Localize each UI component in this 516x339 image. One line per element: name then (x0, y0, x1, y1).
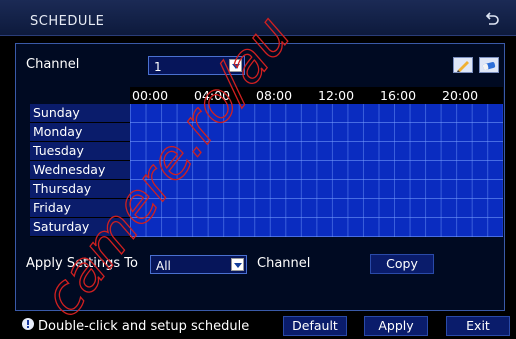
channel-suffix-label: Channel (257, 256, 311, 271)
apply-settings-value: All (156, 259, 171, 273)
time-label: 12:00 (318, 88, 355, 103)
apply-settings-select[interactable]: All (150, 255, 247, 274)
info-icon (22, 318, 34, 330)
apply-settings-label: Apply Settings To (26, 256, 138, 271)
day-column: Sunday Monday Tuesday Wednesday Thursday… (30, 104, 130, 237)
window-title: SCHEDULE (30, 14, 105, 29)
pencil-icon (457, 61, 469, 72)
time-label: 20:00 (442, 88, 479, 103)
time-label: 00:00 (132, 88, 169, 103)
channel-select[interactable]: 1 (148, 56, 245, 75)
day-label-thursday: Thursday (30, 180, 130, 199)
chevron-down-icon (229, 59, 242, 72)
hint-text: Double-click and setup schedule (38, 319, 250, 334)
title-bar: SCHEDULE (0, 0, 516, 36)
return-arrow-icon[interactable] (484, 11, 500, 27)
time-header: 00:00 04:00 08:00 12:00 16:00 20:00 (130, 87, 503, 104)
channel-select-value: 1 (154, 60, 162, 74)
day-label-saturday: Saturday (30, 218, 130, 237)
copy-button[interactable]: Copy (370, 254, 434, 274)
day-label-wednesday: Wednesday (30, 161, 130, 180)
apply-button[interactable]: Apply (364, 316, 428, 336)
time-label: 16:00 (380, 88, 417, 103)
channel-label: Channel (26, 57, 80, 72)
eraser-button[interactable] (479, 57, 499, 73)
eraser-icon (482, 61, 496, 71)
day-label-monday: Monday (30, 123, 130, 142)
exit-button[interactable]: Exit (446, 316, 510, 336)
pencil-button[interactable] (453, 57, 473, 73)
schedule-grid: 00:00 04:00 08:00 12:00 16:00 20:00 Sund… (30, 87, 503, 237)
schedule-cells[interactable] (130, 104, 503, 237)
default-button[interactable]: Default (283, 316, 347, 336)
time-label: 04:00 (194, 88, 231, 103)
day-label-friday: Friday (30, 199, 130, 218)
day-label-tuesday: Tuesday (30, 142, 130, 161)
day-label-sunday: Sunday (30, 104, 130, 123)
time-label: 08:00 (256, 88, 293, 103)
chevron-down-icon (231, 258, 244, 271)
